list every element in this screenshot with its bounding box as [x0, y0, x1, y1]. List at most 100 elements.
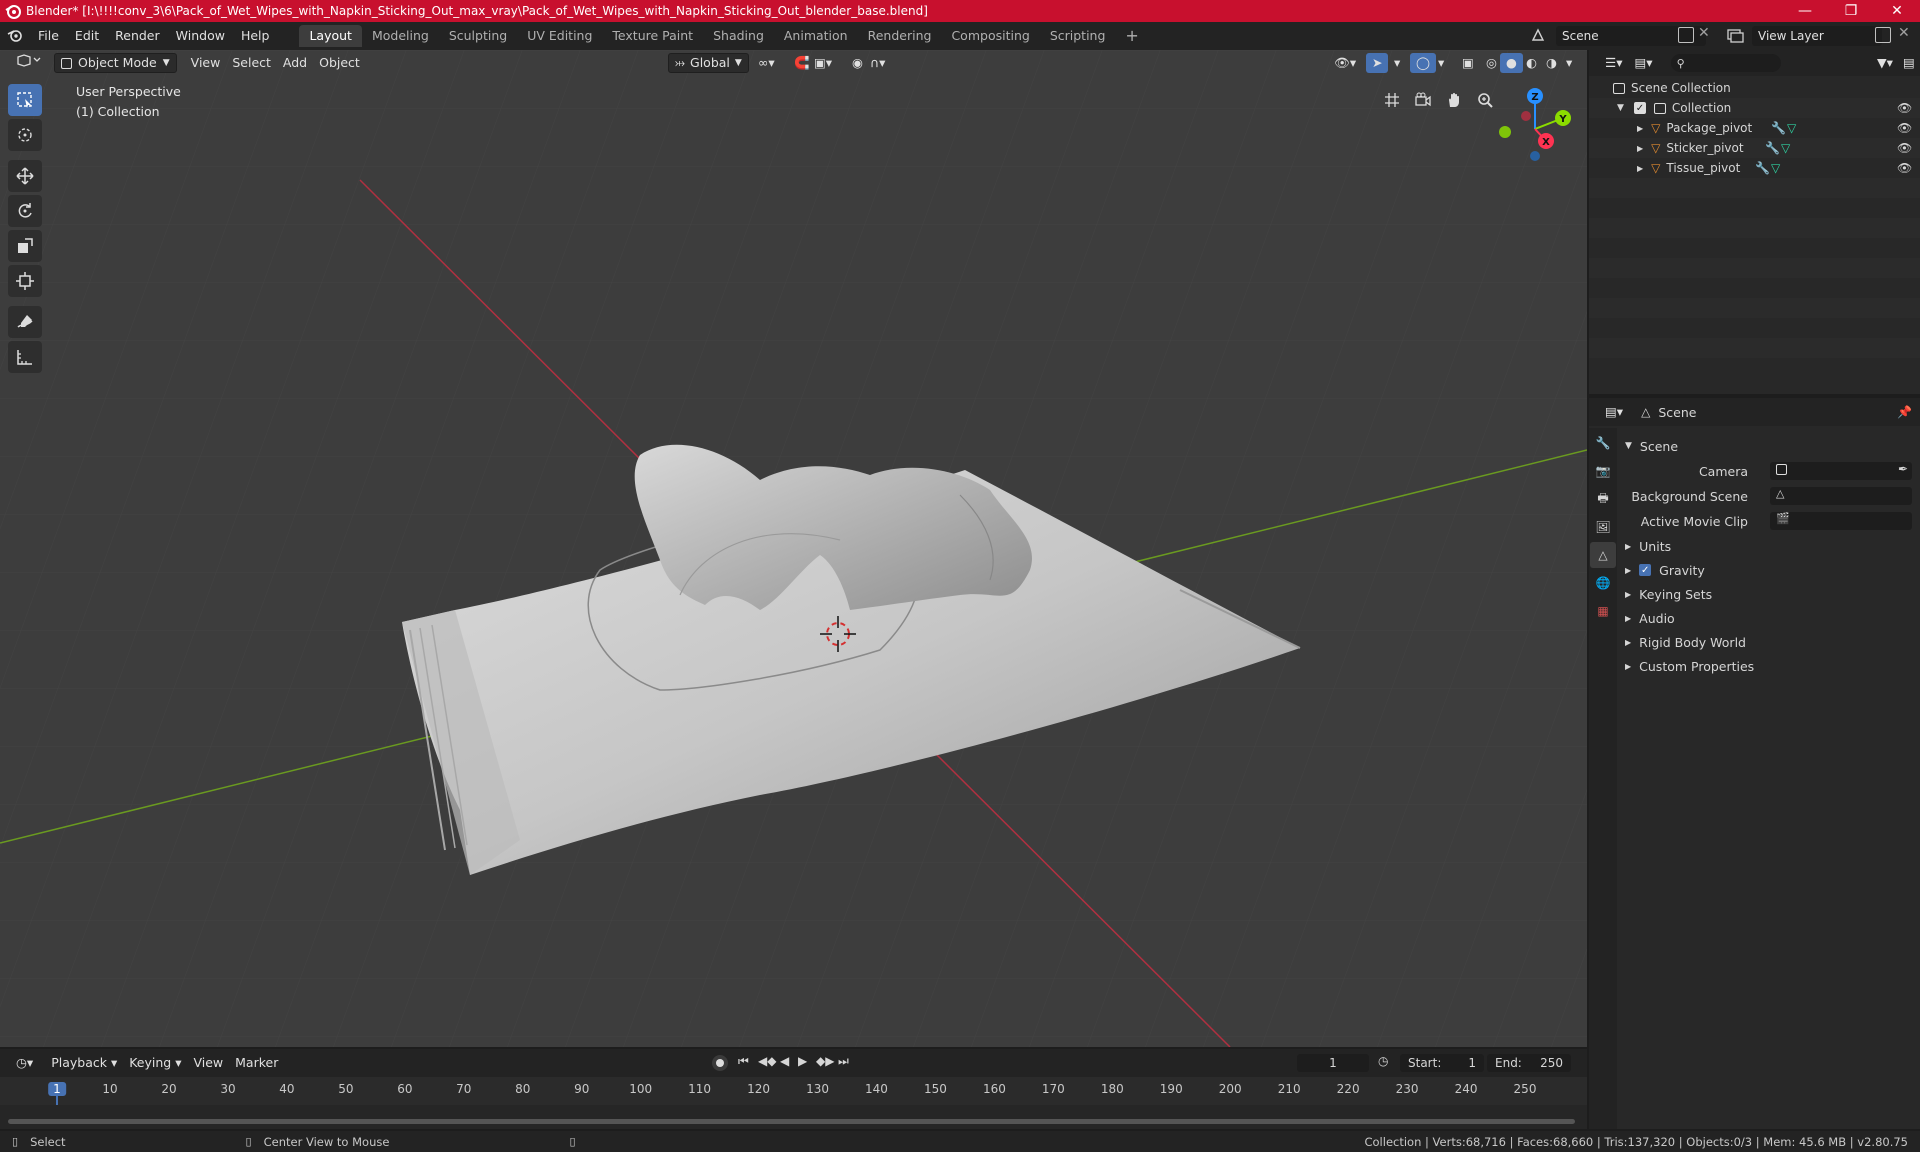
outliner-object-row[interactable]: ▶ ▽ Tissue_pivot 🔧 ▽ 👁 — [1589, 158, 1920, 178]
menu-window[interactable]: Window — [168, 24, 233, 48]
mode-selector[interactable]: Object Mode ▼ — [54, 53, 177, 73]
new-collection-icon[interactable]: ▤ — [1897, 53, 1920, 73]
record-icon[interactable] — [712, 1055, 728, 1071]
modifier-wrench-icon[interactable]: 🔧 — [1765, 141, 1780, 155]
tab-layout[interactable]: Layout — [299, 25, 362, 47]
timeline-scrollbar[interactable] — [8, 1119, 1575, 1124]
new-view-layer-icon[interactable] — [1875, 27, 1891, 43]
background-scene-field[interactable]: △ — [1770, 487, 1912, 505]
tab-tool[interactable]: 🔧 — [1590, 430, 1616, 456]
gravity-checkbox[interactable]: ✓ — [1639, 564, 1652, 576]
current-frame-field[interactable]: 1 — [1297, 1054, 1369, 1072]
play-reverse-icon[interactable]: ◀ — [780, 1054, 789, 1068]
overlays-options-icon[interactable]: ▾ — [1432, 53, 1450, 73]
close-icon[interactable]: ✕ — [1874, 0, 1920, 22]
outliner-collection-row[interactable]: ▼ ✓ Collection 👁 — [1589, 98, 1920, 118]
viewport-menu-view[interactable]: View — [185, 53, 227, 73]
jump-end-icon[interactable]: ⏭ — [838, 1054, 849, 1069]
active-movie-clip-field[interactable]: 🎬 — [1770, 512, 1912, 530]
exclude-checkbox[interactable]: ✓ — [1633, 102, 1646, 114]
measure-tool[interactable] — [8, 341, 42, 373]
jump-keyframe-back-icon[interactable]: ◀◆ — [758, 1054, 776, 1068]
visibility-eye-icon[interactable]: 👁 — [1897, 121, 1912, 135]
visibility-eye-icon[interactable]: 👁 — [1897, 141, 1912, 155]
viewport-menu-add[interactable]: Add — [277, 53, 313, 73]
tab-animation[interactable]: Animation — [774, 25, 858, 47]
pin-icon[interactable]: 📌 — [1897, 405, 1912, 419]
outliner-editor-type-icon[interactable]: ☰▾ — [1599, 53, 1628, 73]
outliner-object-row[interactable]: ▶ ▽ Sticker_pivot 🔧 ▽ 👁 — [1589, 138, 1920, 158]
pivot-point-icon[interactable]: ∞▾ — [752, 53, 781, 73]
camera-view-icon[interactable] — [1410, 87, 1436, 113]
viewport-menu-select[interactable]: Select — [226, 53, 277, 73]
3d-viewport[interactable] — [0, 50, 1587, 1047]
jump-start-icon[interactable]: ⏮ — [738, 1054, 749, 1069]
modifier-wrench-icon[interactable]: 🔧 — [1755, 161, 1770, 175]
jump-keyframe-forward-icon[interactable]: ◆▶ — [816, 1054, 834, 1068]
timeline-menu-keying[interactable]: Keying ▾ — [123, 1053, 187, 1073]
gizmo-toggle-icon[interactable]: ➤ — [1366, 53, 1389, 73]
timeline-menu-marker[interactable]: Marker — [229, 1053, 284, 1073]
outliner-search-input[interactable]: ⚲ — [1670, 54, 1781, 72]
units-panel-header[interactable]: ▶ Units — [1625, 535, 1915, 557]
shading-options-icon[interactable]: ▾ — [1560, 53, 1578, 73]
menu-file[interactable]: File — [30, 24, 67, 48]
gizmo-neg-y-axis[interactable] — [1499, 126, 1511, 138]
audio-panel-header[interactable]: ▶ Audio — [1625, 607, 1915, 629]
tab-modeling[interactable]: Modeling — [362, 25, 439, 47]
tab-uv-editing[interactable]: UV Editing — [517, 25, 602, 47]
mesh-data-icon[interactable]: ▽ — [1781, 141, 1790, 155]
outliner-object-row[interactable]: ▶ ▽ Package_pivot 🔧 ▽ 👁 — [1589, 118, 1920, 138]
tab-compositing[interactable]: Compositing — [941, 25, 1039, 47]
menu-help[interactable]: Help — [233, 24, 278, 48]
custom-properties-panel-header[interactable]: ▶ Custom Properties — [1625, 655, 1915, 677]
menu-edit[interactable]: Edit — [67, 24, 107, 48]
eyedropper-icon[interactable]: ✒ — [1898, 462, 1908, 476]
tab-sculpting[interactable]: Sculpting — [439, 25, 517, 47]
mesh-data-icon[interactable]: ▽ — [1787, 121, 1796, 135]
properties-editor-type-icon[interactable]: ▤▾ — [1599, 402, 1629, 422]
tab-texture-paint[interactable]: Texture Paint — [602, 25, 703, 47]
visibility-eye-icon[interactable]: 👁 — [1897, 101, 1912, 115]
display-mode-icon[interactable]: ▤▾ — [1628, 53, 1658, 73]
blender-menu-icon[interactable] — [0, 25, 30, 47]
play-icon[interactable]: ▶ — [798, 1054, 807, 1068]
scale-tool[interactable] — [8, 230, 42, 262]
gizmo-neg-z-axis[interactable] — [1530, 151, 1540, 161]
disclosure-right-icon[interactable]: ▶ — [1637, 164, 1643, 173]
toggle-grid-icon[interactable] — [1379, 87, 1405, 113]
tab-scripting[interactable]: Scripting — [1040, 25, 1116, 47]
clock-icon[interactable]: ◷ — [1378, 1054, 1388, 1068]
falloff-icon[interactable]: ∩▾ — [864, 53, 891, 73]
delete-view-layer-icon[interactable]: ✕ — [1898, 25, 1910, 41]
tab-texture[interactable]: ▦ — [1590, 598, 1616, 624]
scene-panel-header[interactable]: ▼ Scene — [1625, 435, 1915, 457]
viewport-menu-object[interactable]: Object — [313, 53, 366, 73]
start-frame-field[interactable]: Start: 1 — [1400, 1054, 1484, 1072]
filter-icon[interactable]: ▼▾ — [1871, 53, 1899, 73]
editor-type-button[interactable] — [10, 53, 48, 73]
outliner-scene-collection[interactable]: Scene Collection — [1589, 78, 1920, 98]
camera-field[interactable]: ✒ — [1770, 462, 1912, 480]
timeline-ruler[interactable]: 1 10 20 30 40 50 60 70 80 90 100 110 120 130 140 150 160… — [0, 1077, 1587, 1129]
timeline-track[interactable] — [0, 1105, 1587, 1129]
minimize-icon[interactable]: — — [1782, 0, 1828, 22]
select-box-tool[interactable] — [8, 84, 42, 116]
timeline-menu-playback[interactable]: Playback ▾ — [45, 1053, 123, 1073]
annotate-tool[interactable] — [8, 306, 42, 338]
mesh-data-icon[interactable]: ▽ — [1771, 161, 1780, 175]
tab-shading[interactable]: Shading — [703, 25, 774, 47]
disclosure-right-icon[interactable]: ▶ — [1637, 124, 1643, 133]
view-layer-selector[interactable]: View Layer — [1752, 26, 1882, 46]
menu-render[interactable]: Render — [107, 24, 168, 48]
gravity-panel-header[interactable]: ▶ ✓ Gravity — [1625, 559, 1915, 581]
delete-scene-icon[interactable]: ✕ — [1698, 25, 1710, 41]
pan-hand-icon[interactable] — [1441, 87, 1467, 113]
rigid-body-world-panel-header[interactable]: ▶ Rigid Body World — [1625, 631, 1915, 653]
tab-scene[interactable]: △ — [1590, 542, 1616, 568]
restore-icon[interactable]: ❐ — [1828, 0, 1874, 22]
modifier-wrench-icon[interactable]: 🔧 — [1771, 121, 1786, 135]
snap-target-icon[interactable]: ▣▾ — [808, 53, 838, 73]
disclosure-right-icon[interactable]: ▶ — [1637, 144, 1643, 153]
add-workspace-icon[interactable]: + — [1115, 25, 1148, 47]
